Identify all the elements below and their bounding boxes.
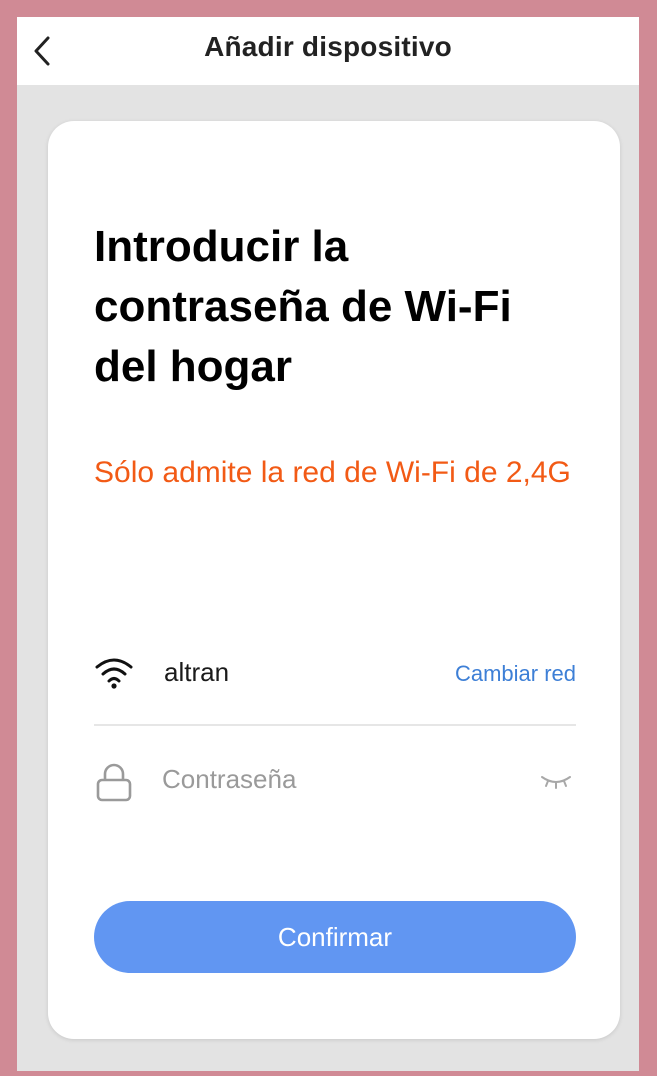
change-network-link[interactable]: Cambiar red <box>455 661 576 687</box>
wifi-icon <box>95 658 133 689</box>
password-input[interactable] <box>162 759 502 799</box>
form-heading: Introducir la contraseña de Wi-Fi del ho… <box>94 222 512 391</box>
page-title: Añadir dispositivo <box>204 31 452 62</box>
top-bar: Añadir dispositivo <box>17 17 639 85</box>
confirm-button[interactable]: Confirmar <box>94 901 576 973</box>
wifi-network-row: altran Cambiar red <box>94 641 576 705</box>
wifi-form-card: Introducir la contraseña de Wi-Fi del ho… <box>48 121 620 1039</box>
wifi-ssid: altran <box>164 657 230 687</box>
lock-icon <box>96 763 132 802</box>
field-divider <box>94 724 576 726</box>
password-row <box>94 749 576 813</box>
wifi-band-warning: Sólo admite la red de Wi-Fi de 2,4G <box>94 456 571 489</box>
app-screen: Añadir dispositivo Introducir la contras… <box>17 17 639 1071</box>
eye-closed-icon[interactable] <box>536 769 576 793</box>
